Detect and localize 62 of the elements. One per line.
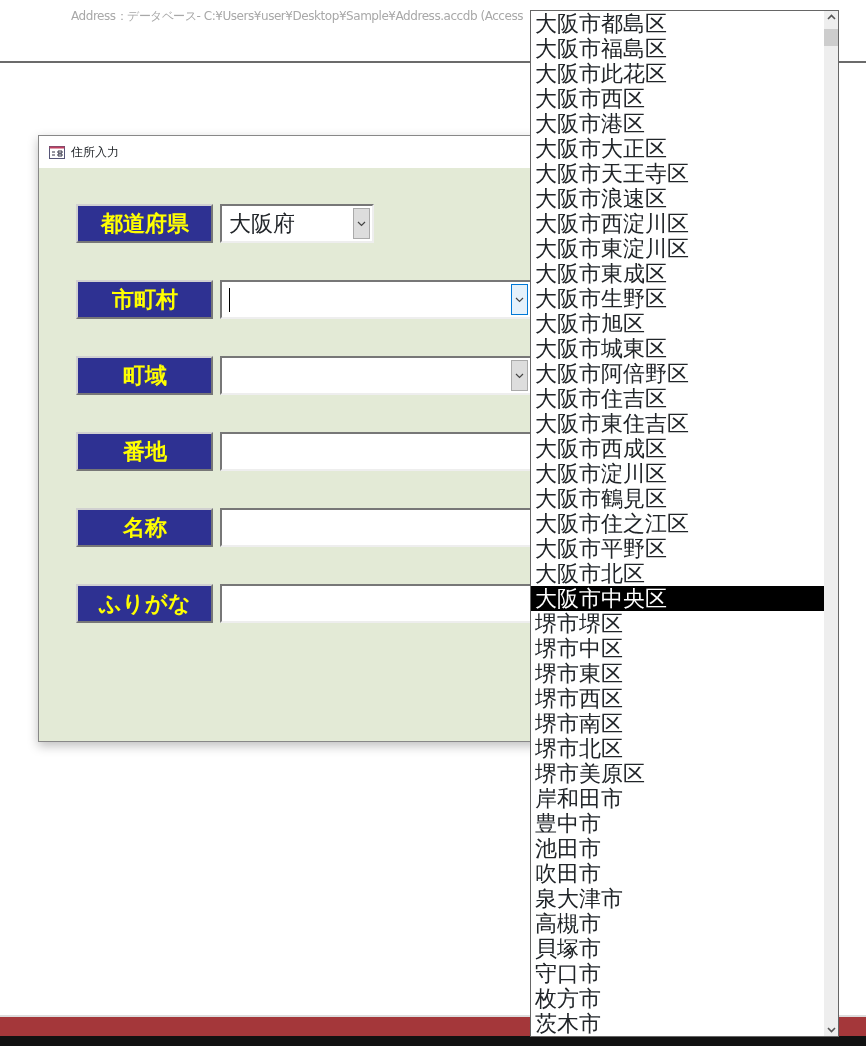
list-item[interactable]: 大阪市淀川区 [531, 461, 824, 486]
field-label: ふりがな [76, 584, 213, 623]
list-item[interactable]: 大阪市福島区 [531, 36, 824, 61]
list-item[interactable]: 大阪市生野区 [531, 286, 824, 311]
list-item[interactable]: 堺市中区 [531, 636, 824, 661]
field-label: 市町村 [76, 280, 213, 319]
form-icon [49, 145, 65, 159]
list-item[interactable]: 大阪市阿倍野区 [531, 361, 824, 386]
list-item[interactable]: 大阪市西区 [531, 86, 824, 111]
list-item[interactable]: 泉大津市 [531, 886, 824, 911]
caret-icon[interactable] [515, 372, 524, 379]
list-item[interactable]: 池田市 [531, 836, 824, 861]
field-label: 都道府県 [76, 204, 213, 243]
list-item[interactable]: 大阪市港区 [531, 111, 824, 136]
list-item[interactable]: 堺市南区 [531, 711, 824, 736]
combo-box[interactable] [220, 356, 532, 395]
scroll-up-icon[interactable] [827, 14, 836, 20]
list-item[interactable]: 大阪市東淀川区 [531, 236, 824, 261]
list-item[interactable]: 堺市東区 [531, 661, 824, 686]
list-item[interactable]: 守口市 [531, 961, 824, 986]
list-item[interactable]: 大阪市旭区 [531, 311, 824, 336]
list-item[interactable]: 高槻市 [531, 911, 824, 936]
field-label: 名称 [76, 508, 213, 547]
list-item[interactable]: 豊中市 [531, 811, 824, 836]
list-item[interactable]: 大阪市西淀川区 [531, 211, 824, 236]
list-item[interactable]: 大阪市平野区 [531, 536, 824, 561]
list-item[interactable]: 茨木市 [531, 1011, 824, 1036]
list-item[interactable]: 大阪市此花区 [531, 61, 824, 86]
list-item[interactable]: 大阪市東住吉区 [531, 411, 824, 436]
list-item[interactable]: 大阪市西成区 [531, 436, 824, 461]
list-item[interactable]: 大阪市北区 [531, 561, 824, 586]
list-item[interactable]: 大阪市都島区 [531, 11, 824, 36]
list-item[interactable]: 堺市北区 [531, 736, 824, 761]
scroll-down-icon[interactable] [827, 1027, 836, 1033]
list-item[interactable]: 枚方市 [531, 986, 824, 1011]
field-label: 町域 [76, 356, 213, 395]
scrollbar[interactable] [824, 11, 838, 1036]
list-item[interactable]: 大阪市中央区 [531, 586, 824, 611]
list-item[interactable]: 岸和田市 [531, 786, 824, 811]
list-item[interactable]: 吹田市 [531, 861, 824, 886]
caret-icon[interactable] [357, 220, 366, 227]
dropdown-button[interactable] [511, 284, 528, 315]
form-title: 住所入力 [71, 144, 119, 161]
list-item[interactable]: 堺市美原区 [531, 761, 824, 786]
combo-box[interactable] [220, 280, 532, 319]
text-cursor [229, 287, 230, 312]
list-item[interactable]: 貝塚市 [531, 936, 824, 961]
list-item[interactable]: 堺市西区 [531, 686, 824, 711]
window-title: Address：データベース- C:¥Users¥user¥Desktop¥Sample¥Address.accdb (Access [71, 8, 524, 25]
list-item[interactable]: 大阪市城東区 [531, 336, 824, 361]
list-item[interactable]: 大阪市住之江区 [531, 511, 824, 536]
combo-box[interactable]: 大阪府 [220, 204, 374, 243]
list-item[interactable]: 大阪市大正区 [531, 136, 824, 161]
list-item[interactable]: 大阪市住吉区 [531, 386, 824, 411]
list-item[interactable]: 大阪市東成区 [531, 261, 824, 286]
field-label: 番地 [76, 432, 213, 471]
list-item[interactable]: 大阪市天王寺区 [531, 161, 824, 186]
list-item[interactable]: 堺市堺区 [531, 611, 824, 636]
list-item[interactable]: 大阪市浪速区 [531, 186, 824, 211]
caret-icon[interactable] [515, 296, 524, 303]
list-item[interactable]: 大阪市鶴見区 [531, 486, 824, 511]
scrollbar-thumb[interactable] [824, 29, 838, 46]
